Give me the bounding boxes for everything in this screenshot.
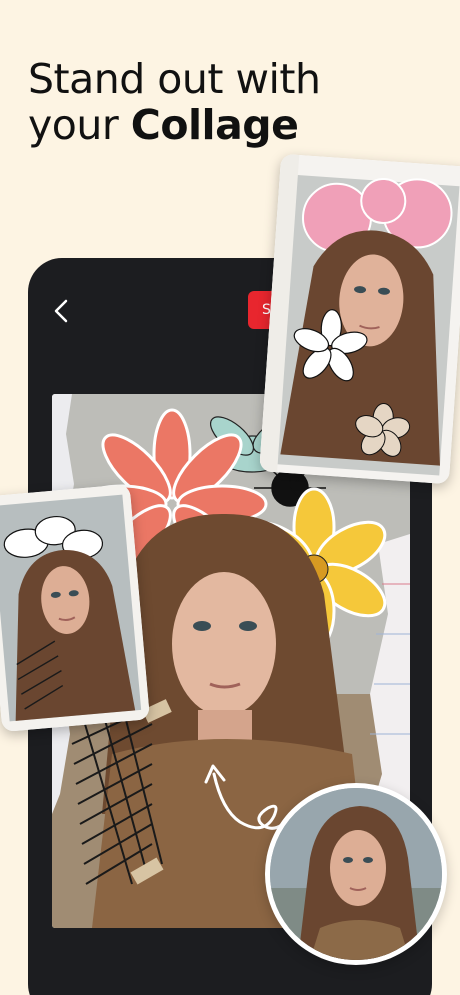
back-button[interactable]: [48, 296, 74, 326]
collage-photo-pink-flowers: [259, 153, 460, 485]
circle-photo-image: [270, 788, 442, 960]
collage-photo-line-flower: [0, 483, 151, 733]
headline-line-1: Stand out with: [28, 55, 321, 103]
headline: Stand out with your Collage: [28, 56, 448, 148]
circle-photo[interactable]: [265, 783, 447, 965]
chevron-left-icon: [54, 299, 68, 323]
headline-line-2: your: [28, 101, 131, 149]
portrait-seaside: [270, 788, 442, 960]
photo-card-top-right[interactable]: [259, 153, 460, 485]
photo-card-left[interactable]: [0, 483, 151, 733]
headline-emphasis: Collage: [130, 101, 299, 149]
